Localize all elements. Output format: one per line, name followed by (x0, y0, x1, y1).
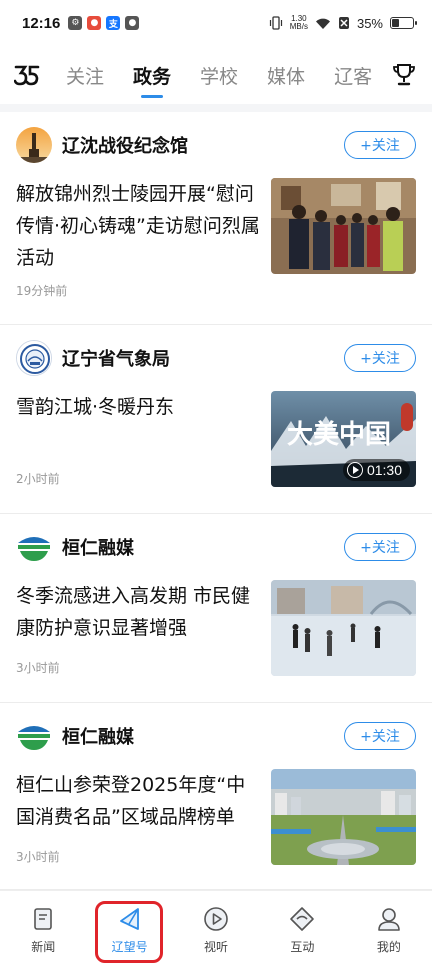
timestamp: 19分钟前 (16, 284, 68, 298)
network-speed: 1.30 MB/s (289, 14, 308, 31)
profile-icon (378, 908, 400, 931)
battery-icon (390, 17, 417, 29)
source-name[interactable]: 辽宁省气象局 (62, 345, 170, 371)
follow-button[interactable]: +关注 (344, 131, 416, 159)
follow-button[interactable]: +关注 (344, 533, 416, 561)
sim-off-icon (338, 17, 349, 29)
tab-liaoke[interactable]: 辽客 (334, 46, 372, 104)
source-avatar[interactable] (16, 340, 52, 376)
headline[interactable]: 雪韵江城·冬暖丹东 (16, 391, 260, 423)
battery-fill (392, 19, 399, 27)
news-card[interactable]: 桓仁融媒 +关注 冬季流感进入高发期 市民健康防护意识显著增强 3小时前 (0, 514, 432, 703)
news-thumbnail[interactable] (271, 580, 416, 676)
thumbnail-caption: 大美中国 (287, 419, 391, 450)
timestamp: 2小时前 (16, 472, 60, 486)
source-name[interactable]: 辽沈战役纪念馆 (62, 132, 188, 158)
news-thumbnail[interactable] (271, 769, 416, 865)
nav-video[interactable]: 视听 (173, 891, 259, 964)
video-thumbnail[interactable]: 大美中国 01:30 (271, 391, 416, 487)
timestamp: 3小时前 (16, 850, 60, 864)
nav-label: 我的 (376, 940, 401, 954)
app-logo-icon[interactable] (14, 62, 40, 88)
trophy-icon[interactable] (392, 62, 416, 88)
nav-interact[interactable]: 互动 (259, 891, 345, 964)
follow-button[interactable]: +关注 (344, 344, 416, 372)
nav-label: 视听 (204, 940, 229, 954)
follow-button[interactable]: +关注 (344, 722, 416, 750)
news-thumbnail[interactable] (271, 178, 416, 274)
play-icon (346, 462, 363, 478)
source-avatar[interactable] (16, 127, 52, 163)
play-icon (204, 907, 228, 931)
interact-icon (290, 907, 315, 931)
battery-percent: 35% (356, 15, 383, 31)
tab-follow[interactable]: 关注 (66, 46, 104, 104)
notification-icons: ⚙ ● 支 ● (68, 16, 140, 30)
channel-tabs: 关注 政务 学校 媒体 辽客 (0, 46, 432, 104)
source-name[interactable]: 桓仁融媒 (62, 723, 134, 749)
nav-label: 互动 (290, 940, 315, 954)
headline[interactable]: 解放锦州烈士陵园开展“慰问传情·初心铸魂”走访慰问烈属活动 (16, 178, 260, 274)
headline[interactable]: 桓仁山参荣登2025年度“中国消费名品”区域品牌榜单 (16, 769, 260, 833)
tab-school[interactable]: 学校 (200, 46, 238, 104)
news-card[interactable]: 桓仁融媒 +关注 桓仁山参荣登2025年度“中国消费名品”区域品牌榜单 3小时前 (0, 703, 432, 890)
source-avatar[interactable] (16, 529, 52, 565)
vibrate-icon (269, 16, 282, 30)
news-icon (34, 908, 53, 930)
status-time: 12:16 (22, 14, 61, 32)
app-icon-2: ● (87, 16, 102, 30)
news-card[interactable]: 辽宁省气象局 +关注 雪韵江城·冬暖丹东 2小时前 大美中国 01:30 (0, 325, 432, 514)
video-duration: 01:30 (366, 462, 402, 478)
nav-label: 辽望号 (111, 940, 148, 954)
wechat-icon: ● (125, 16, 140, 30)
tab-government[interactable]: 政务 (133, 46, 171, 104)
news-card[interactable]: 辽沈战役纪念馆 +关注 解放锦州烈士陵园开展“慰问传情·初心铸魂”走访慰问烈属活… (0, 112, 432, 325)
timestamp: 3小时前 (16, 661, 60, 675)
tab-media[interactable]: 媒体 (267, 46, 305, 104)
tabs-divider (0, 104, 432, 112)
nav-liaowang[interactable]: 辽望号 (86, 891, 172, 964)
nav-profile[interactable]: 我的 (346, 891, 432, 964)
alipay-icon: 支 (106, 16, 121, 30)
nav-label: 新闻 (31, 940, 56, 954)
video-duration-badge: 01:30 (342, 459, 410, 481)
source-avatar[interactable] (16, 718, 52, 754)
nav-news[interactable]: 新闻 (0, 891, 86, 964)
wifi-icon (315, 18, 330, 29)
send-icon (119, 908, 139, 930)
bottom-navigation: 新闻 辽望号 视听 互动 我的 (0, 890, 432, 964)
app-icon-1: ⚙ (68, 16, 83, 30)
headline[interactable]: 冬季流感进入高发期 市民健康防护意识显著增强 (16, 580, 260, 644)
status-bar: 12:16 ⚙ ● 支 ● 1.30 MB/s 35% (0, 0, 432, 46)
news-feed: 辽沈战役纪念馆 +关注 解放锦州烈士陵园开展“慰问传情·初心铸魂”走访慰问烈属活… (0, 112, 432, 890)
source-name[interactable]: 桓仁融媒 (62, 534, 134, 560)
